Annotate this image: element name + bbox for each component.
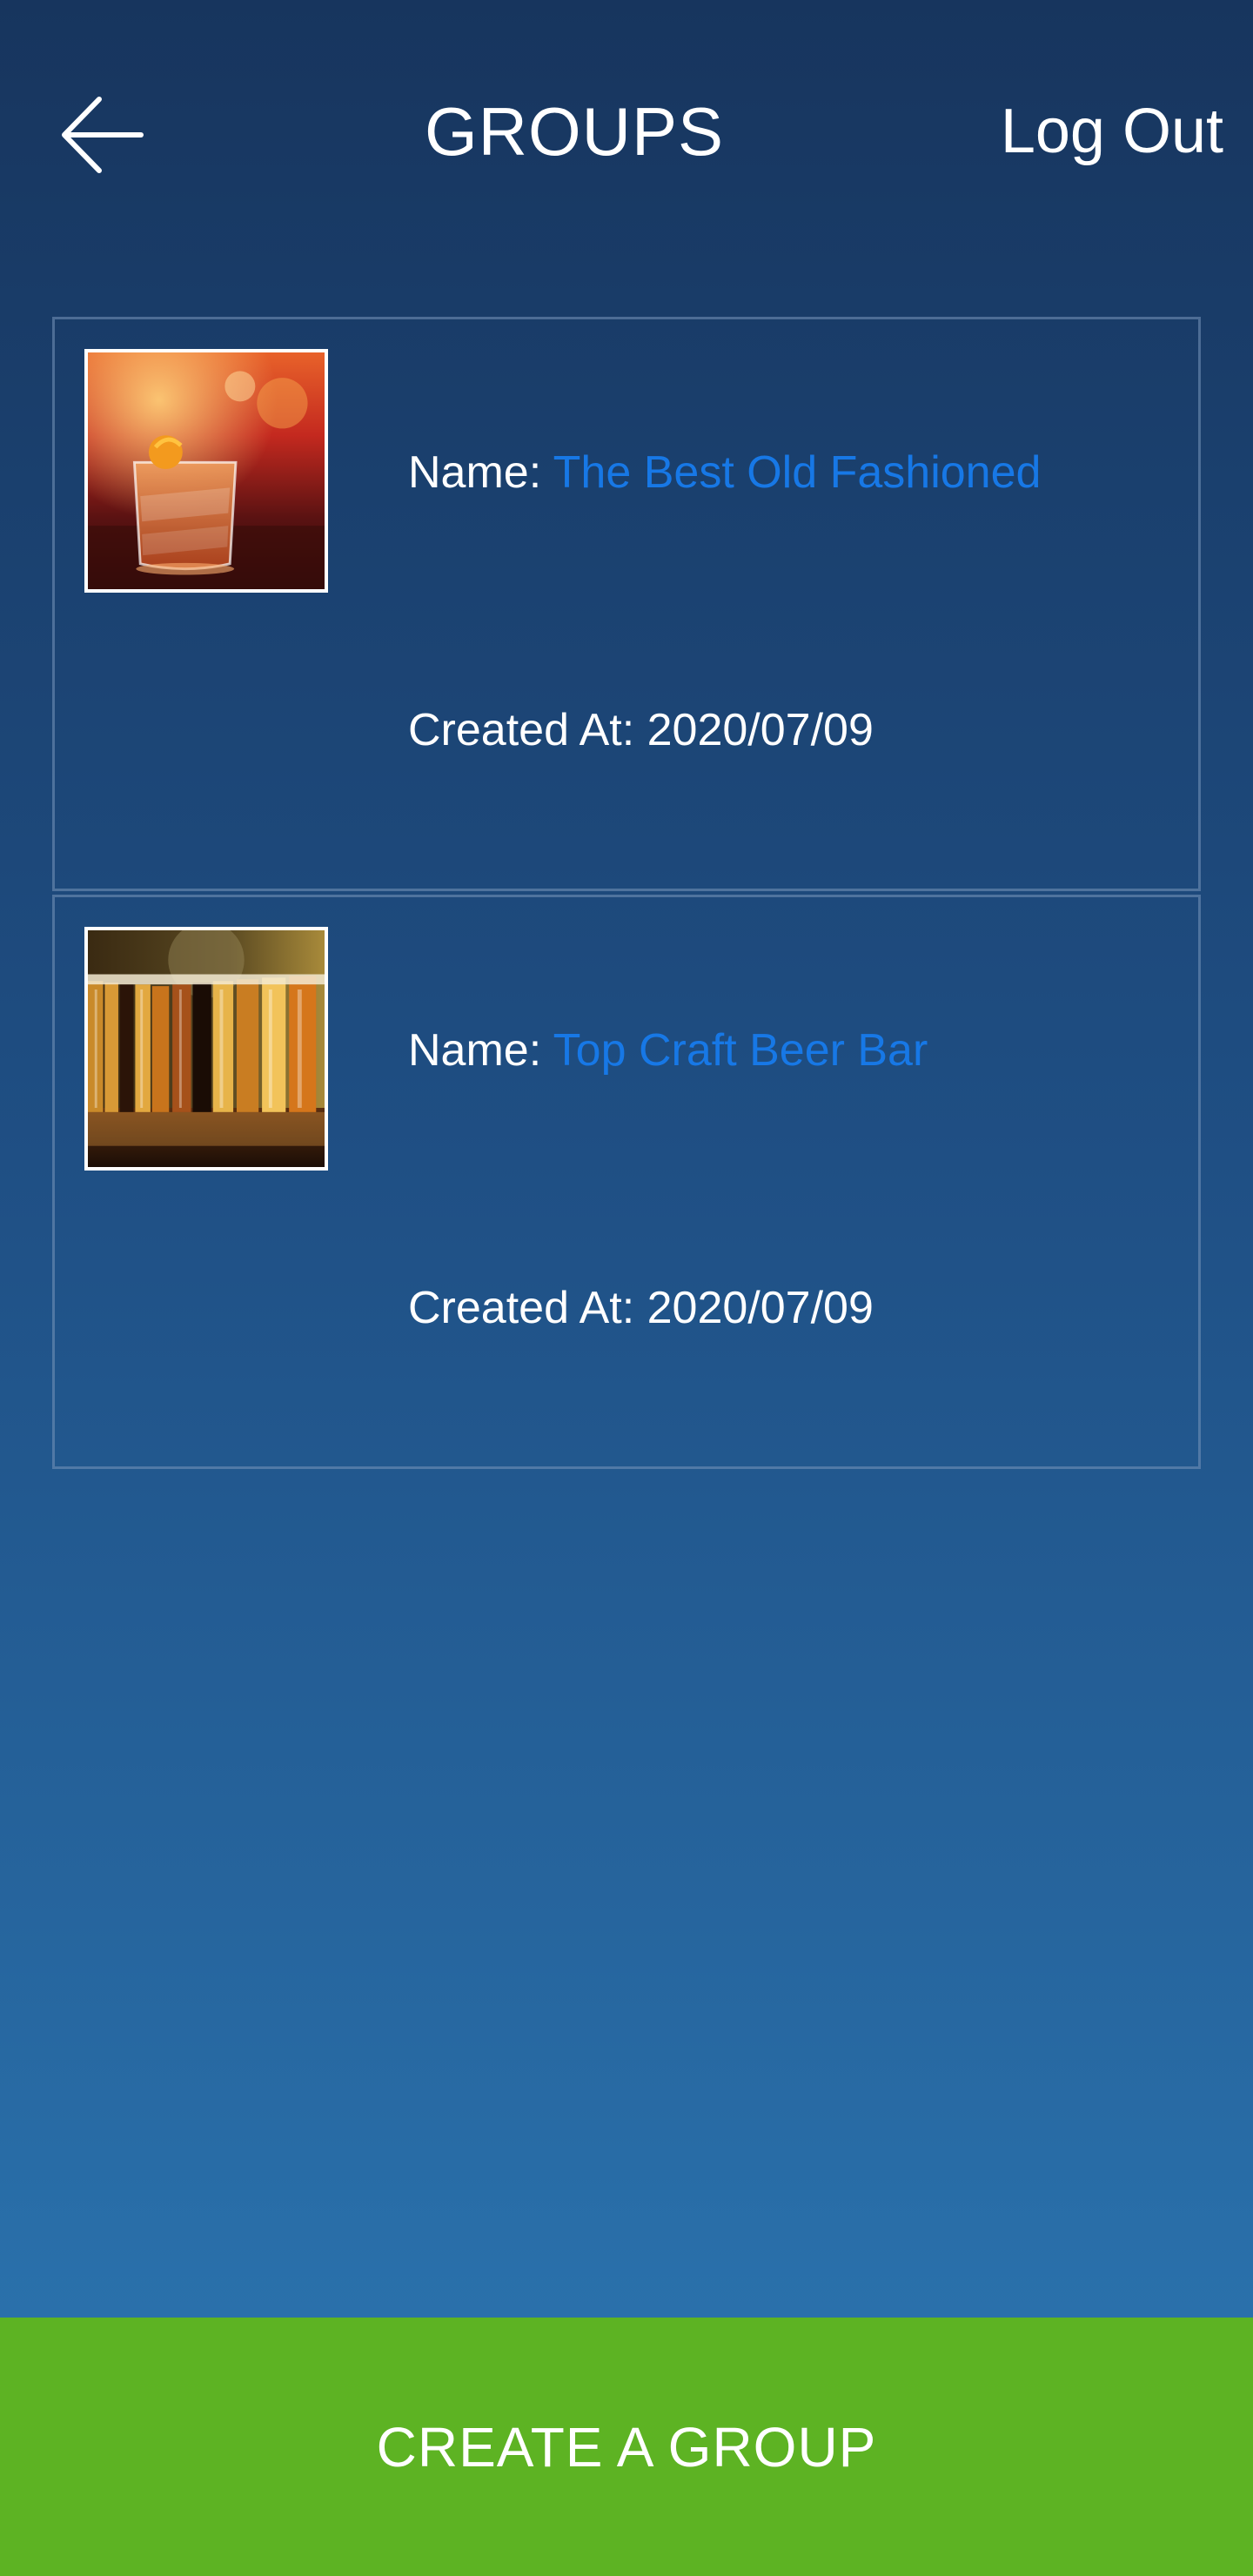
group-card[interactable]: Name: Top Craft Beer Bar Created At: 202… <box>52 895 1201 1469</box>
group-name-label: Name: <box>408 1025 542 1076</box>
create-group-button[interactable]: CREATE A GROUP <box>0 2318 1253 2576</box>
group-name[interactable]: Top Craft Beer Bar <box>553 1025 928 1076</box>
group-name[interactable]: The Best Old Fashioned <box>553 447 1042 498</box>
created-at-value: 2020/07/09 <box>647 705 874 755</box>
page-title: GROUPS <box>424 93 725 170</box>
group-name-label: Name: <box>408 447 542 498</box>
group-image <box>84 349 328 593</box>
back-button[interactable] <box>54 87 150 183</box>
group-created-row: Created At: 2020/07/09 <box>408 1277 874 1339</box>
arrow-left-icon <box>62 97 144 173</box>
group-list: Name: The Best Old Fashioned Created At:… <box>52 317 1201 1469</box>
created-at-label: Created At: <box>408 1283 635 1333</box>
group-created-row: Created At: 2020/07/09 <box>408 699 874 761</box>
group-name-row: Name: Top Craft Beer Bar <box>408 1019 928 1082</box>
group-name-row: Name: The Best Old Fashioned <box>408 441 1041 504</box>
group-image <box>84 927 328 1171</box>
create-group-label: CREATE A GROUP <box>376 2415 877 2479</box>
created-at-value: 2020/07/09 <box>647 1283 874 1333</box>
group-card[interactable]: Name: The Best Old Fashioned Created At:… <box>52 317 1201 891</box>
logout-button[interactable]: Log Out <box>1001 84 1223 179</box>
created-at-label: Created At: <box>408 705 635 755</box>
cocktail-photo-icon <box>88 352 325 589</box>
beer-glasses-photo-icon <box>88 930 325 1167</box>
app-header: GROUPS Log Out <box>0 0 1253 261</box>
